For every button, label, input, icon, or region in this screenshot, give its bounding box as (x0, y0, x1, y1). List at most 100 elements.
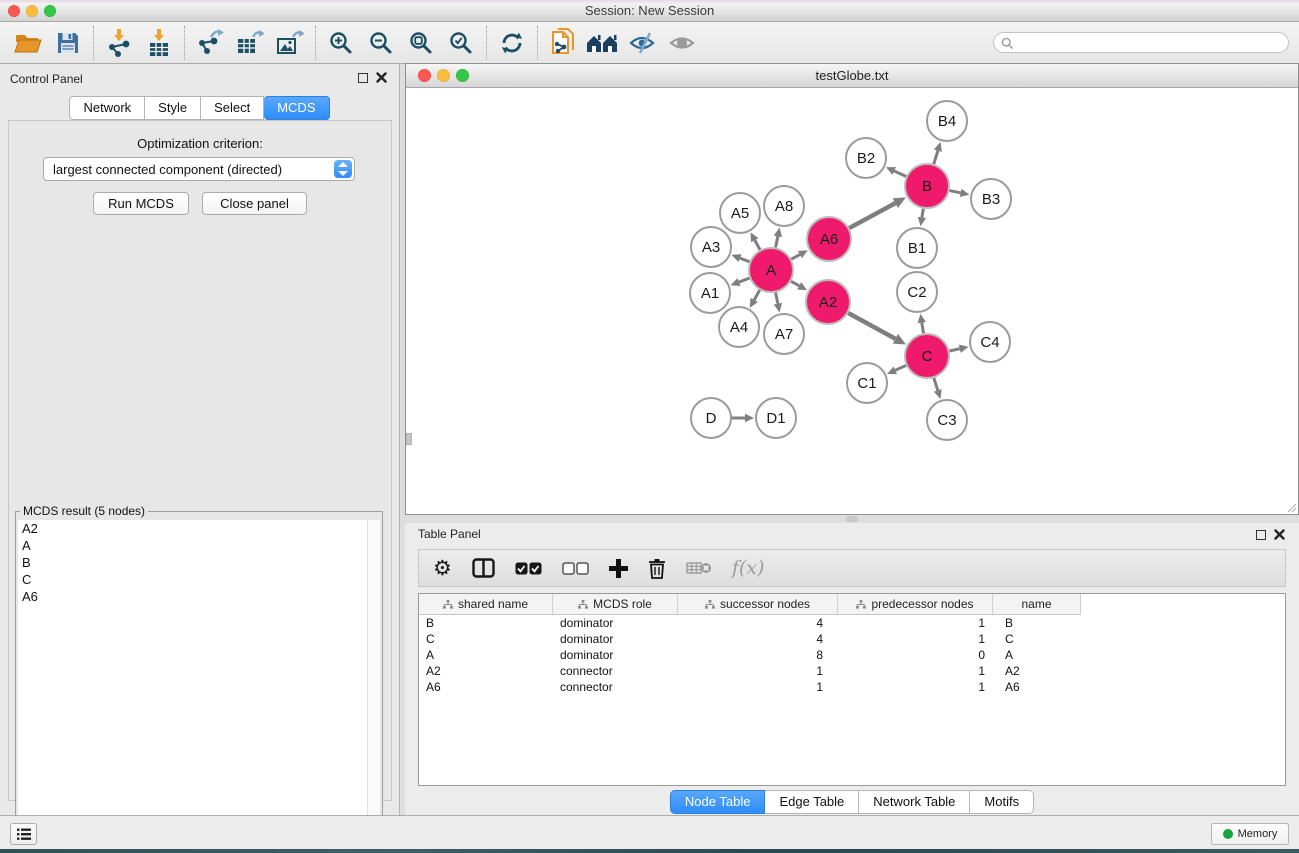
float-panel-icon[interactable] (1256, 530, 1266, 540)
search-input[interactable] (1018, 34, 1278, 51)
show-all-button[interactable] (663, 25, 703, 61)
mcds-result-scrollbar[interactable] (367, 520, 380, 850)
table-row[interactable]: A6connector11A6 (419, 679, 1285, 695)
column-header-shared-name[interactable]: shared name (419, 594, 553, 615)
graph-edge-B-B4[interactable] (934, 151, 938, 164)
memory-button[interactable]: Memory (1211, 823, 1289, 845)
table-cell[interactable]: 8 (678, 648, 838, 662)
mcds-result-item[interactable]: C (18, 571, 380, 588)
table-cell[interactable]: 1 (678, 664, 838, 678)
export-image-button[interactable] (270, 25, 310, 61)
table-cell[interactable]: 1 (838, 616, 993, 630)
table-cell[interactable]: 1 (838, 632, 993, 646)
column-header-predecessor-nodes[interactable]: predecessor nodes (838, 594, 993, 615)
table-cell[interactable]: 4 (678, 632, 838, 646)
hide-selected-button[interactable] (623, 25, 663, 61)
graph-edge-A-A2[interactable] (791, 281, 799, 286)
table-cell[interactable]: C (419, 632, 553, 646)
table-row[interactable]: Adominator80A (419, 647, 1285, 663)
float-panel-icon[interactable] (358, 73, 368, 83)
table-cell[interactable]: 1 (838, 664, 993, 678)
table-cell[interactable]: dominator (553, 632, 678, 646)
close-panel-icon[interactable] (376, 72, 387, 83)
graph-edge-A6-B[interactable] (849, 203, 895, 228)
import-network-button[interactable] (99, 25, 139, 61)
graph-edge-A-A6[interactable] (791, 255, 800, 260)
graph-edge-A-A7[interactable] (776, 293, 778, 304)
mcds-result-item[interactable]: A2 (18, 520, 380, 537)
tab-style[interactable]: Style (145, 96, 201, 120)
tab-network-table[interactable]: Network Table (859, 790, 970, 814)
table-cell[interactable]: dominator (553, 648, 678, 662)
zoom-fit-button[interactable] (401, 25, 441, 61)
save-session-button[interactable] (48, 25, 88, 61)
table-settings-button[interactable]: ⚙ (433, 558, 452, 578)
table-row[interactable]: Bdominator41B (419, 615, 1285, 631)
graph-edge-A-A4[interactable] (754, 290, 760, 300)
add-column-button[interactable] (609, 559, 628, 578)
table-cell[interactable]: dominator (553, 616, 678, 630)
graph-edge-B-B3[interactable] (950, 191, 961, 193)
delete-column-button[interactable] (648, 558, 666, 579)
table-cell[interactable]: C (993, 632, 1081, 646)
mcds-result-item[interactable]: A6 (18, 588, 380, 605)
close-panel-button[interactable]: Close panel (202, 192, 307, 215)
tab-node-table[interactable]: Node Table (670, 790, 766, 814)
split-columns-button[interactable] (472, 558, 495, 578)
function-builder-button[interactable]: f(x) (732, 557, 765, 579)
table-cell[interactable]: 4 (678, 616, 838, 630)
canvas-vertical-scroll-thumb[interactable] (406, 433, 412, 445)
select-all-button[interactable] (515, 562, 542, 575)
open-session-button[interactable] (8, 25, 48, 61)
delete-table-button[interactable] (686, 560, 712, 576)
graph-edge-A-A8[interactable] (776, 236, 778, 247)
export-network-button[interactable] (190, 25, 230, 61)
table-cell[interactable]: A (993, 648, 1081, 662)
table-cell[interactable]: B (419, 616, 553, 630)
graph-edge-C-C2[interactable] (922, 323, 924, 334)
graph-edge-B-B2[interactable] (894, 171, 906, 176)
task-history-button[interactable] (10, 823, 37, 845)
zoom-out-button[interactable] (361, 25, 401, 61)
graph-edge-C-C1[interactable] (895, 365, 906, 370)
new-network-from-selection-button[interactable] (543, 25, 583, 61)
refresh-button[interactable] (492, 25, 532, 61)
tab-mcds[interactable]: MCDS (264, 96, 329, 120)
table-cell[interactable]: A (419, 648, 553, 662)
export-table-button[interactable] (230, 25, 270, 61)
column-header-MCDS-role[interactable]: MCDS role (553, 594, 678, 615)
tab-edge-table[interactable]: Edge Table (765, 790, 859, 814)
import-table-button[interactable] (139, 25, 179, 61)
deselect-all-button[interactable] (562, 562, 589, 575)
tab-select[interactable]: Select (201, 96, 264, 120)
column-header-name[interactable]: name (993, 594, 1081, 615)
table-cell[interactable]: connector (553, 664, 678, 678)
graph-edge-B-B1[interactable] (922, 209, 923, 218)
graph-edge-C-C3[interactable] (934, 378, 938, 390)
mcds-result-item[interactable]: B (18, 554, 380, 571)
graph-edge-A-A5[interactable] (755, 240, 760, 250)
table-cell[interactable]: A2 (419, 664, 553, 678)
tab-motifs[interactable]: Motifs (970, 790, 1034, 814)
table-cell[interactable]: 0 (838, 648, 993, 662)
close-panel-icon[interactable] (1274, 529, 1285, 540)
table-cell[interactable]: B (993, 616, 1081, 630)
tab-network[interactable]: Network (69, 96, 145, 120)
splitter-thumb[interactable] (846, 516, 858, 522)
table-cell[interactable]: 1 (838, 680, 993, 694)
table-cell[interactable]: connector (553, 680, 678, 694)
graph-edge-A2-C[interactable] (848, 313, 895, 339)
criterion-select[interactable]: largest connected component (directed) (43, 157, 355, 181)
resize-grip-icon[interactable] (1285, 501, 1297, 513)
table-row[interactable]: Cdominator41C (419, 631, 1285, 647)
network-canvas[interactable]: AA1A2A3A4A5A6A7A8BB1B2B3B4CC1C2C3C4DD1 (406, 88, 1298, 514)
column-header-successor-nodes[interactable]: successor nodes (678, 594, 838, 615)
table-row[interactable]: A2connector11A2 (419, 663, 1285, 679)
zoom-selected-button[interactable] (441, 25, 481, 61)
table-cell[interactable]: A2 (993, 664, 1081, 678)
run-mcds-button[interactable]: Run MCDS (93, 192, 189, 215)
first-neighbors-button[interactable] (583, 25, 623, 61)
table-cell[interactable]: 1 (678, 680, 838, 694)
mcds-result-item[interactable]: A (18, 537, 380, 554)
graph-edge-A-A1[interactable] (739, 278, 749, 282)
